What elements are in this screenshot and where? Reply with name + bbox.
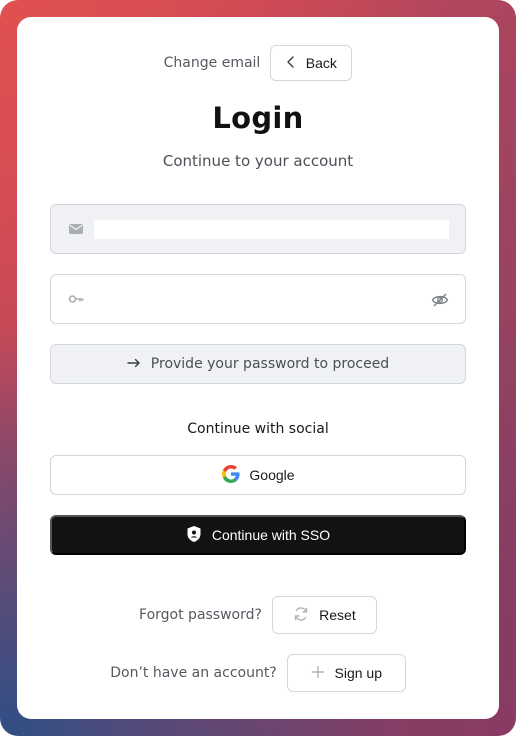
signup-button[interactable]: Sign up xyxy=(286,654,406,692)
proceed-button-label: Provide your password to proceed xyxy=(150,356,390,372)
google-icon xyxy=(221,464,241,487)
back-button-label: Back xyxy=(305,55,337,71)
change-email-label: Change email xyxy=(163,55,261,71)
email-input[interactable] xyxy=(94,220,449,239)
social-label: Continue with social xyxy=(187,421,329,437)
reset-button-label: Reset xyxy=(319,607,356,623)
change-email-row: Change email Back xyxy=(17,45,499,81)
password-field[interactable] xyxy=(50,274,466,324)
reset-button[interactable]: Reset xyxy=(271,596,377,634)
google-button[interactable]: Google xyxy=(50,455,466,495)
login-card: Change email Back Login Continue to your… xyxy=(17,17,499,719)
page-title: Login xyxy=(212,101,304,135)
signup-row: Don’t have an account? Sign up xyxy=(17,654,499,692)
email-field[interactable] xyxy=(50,204,466,254)
google-button-label: Google xyxy=(249,467,295,483)
no-account-label: Don’t have an account? xyxy=(110,665,277,681)
key-icon xyxy=(68,291,84,307)
mail-icon xyxy=(68,221,84,237)
shield-icon xyxy=(186,525,202,546)
chevron-left-icon xyxy=(286,55,296,71)
forgot-password-label: Forgot password? xyxy=(139,607,262,623)
forgot-password-row: Forgot password? Reset xyxy=(17,596,499,634)
signup-button-label: Sign up xyxy=(334,665,382,681)
eye-off-icon[interactable] xyxy=(431,291,449,309)
sso-button[interactable]: Continue with SSO xyxy=(50,515,466,555)
page-subtitle: Continue to your account xyxy=(162,152,354,170)
proceed-button[interactable]: Provide your password to proceed xyxy=(50,344,466,384)
back-button[interactable]: Back xyxy=(270,45,353,81)
plus-icon xyxy=(311,665,325,682)
background-frame: Change email Back Login Continue to your… xyxy=(0,0,516,736)
password-input[interactable] xyxy=(94,290,424,309)
sso-button-label: Continue with SSO xyxy=(211,527,331,543)
arrow-right-icon xyxy=(127,356,141,372)
refresh-icon xyxy=(293,606,309,625)
